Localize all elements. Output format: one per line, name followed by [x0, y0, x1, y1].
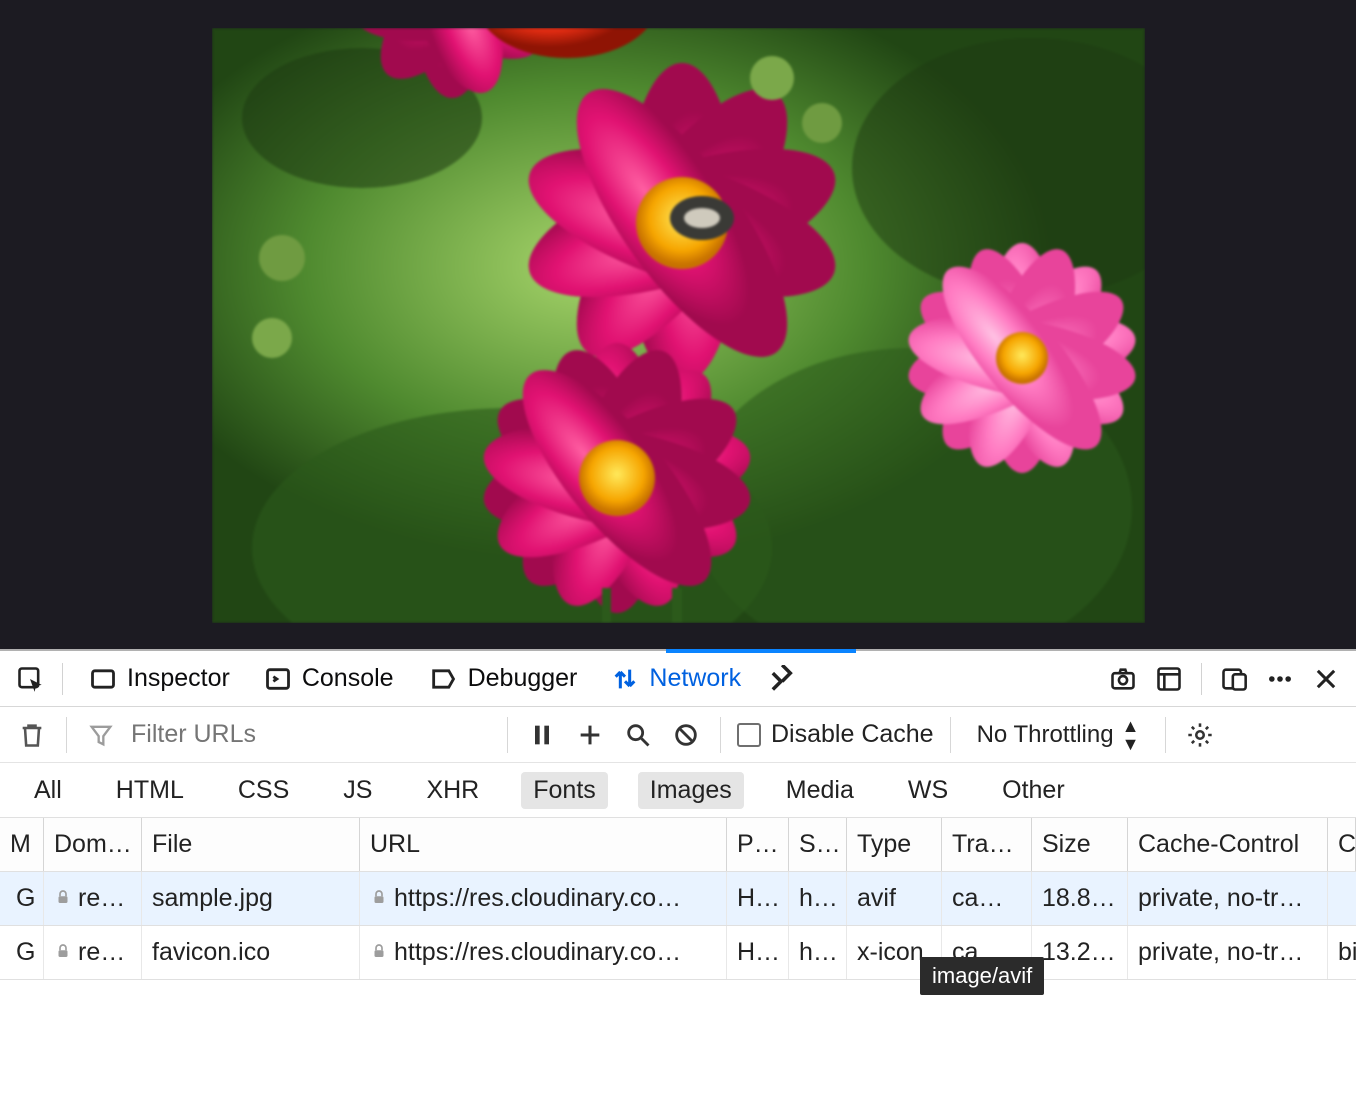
tab-inspector[interactable]: Inspector [77, 651, 242, 707]
tab-network[interactable]: Network [599, 651, 753, 707]
cell-transferred: ca… [952, 884, 1003, 913]
chip-media[interactable]: Media [774, 772, 866, 809]
requests-table: M Dom… File URL P… S… Type Tra… Size Cac… [0, 818, 1356, 980]
tab-network-label: Network [649, 664, 741, 693]
cell-type: avif [857, 884, 896, 913]
gear-icon[interactable] [1182, 717, 1218, 753]
cell-protocol: H… [737, 884, 780, 913]
lock-icon [370, 938, 388, 967]
tab-inspector-label: Inspector [127, 664, 230, 693]
cell-method: G [16, 884, 35, 913]
cell-file: favicon.ico [152, 938, 270, 967]
col-file[interactable]: File [142, 818, 360, 871]
cell-cache-control: private, no-tr… [1138, 884, 1303, 913]
active-tab-indicator [666, 649, 856, 653]
tab-console-label: Console [302, 664, 394, 693]
lock-icon [54, 938, 72, 967]
plus-icon[interactable] [572, 717, 608, 753]
filter-input[interactable] [131, 720, 491, 749]
chip-css[interactable]: CSS [226, 772, 301, 809]
cell-scheme: h… [799, 938, 838, 967]
table-row[interactable]: G re… favicon.ico https://res.cloudinary… [0, 926, 1356, 980]
close-icon[interactable] [1308, 661, 1344, 697]
chip-js[interactable]: JS [331, 772, 384, 809]
col-url[interactable]: URL [360, 818, 727, 871]
tab-debugger-label: Debugger [468, 664, 578, 693]
col-method[interactable]: M [0, 818, 44, 871]
checkbox-icon [737, 723, 761, 747]
col-protocol[interactable]: P… [727, 818, 789, 871]
col-size[interactable]: Size [1032, 818, 1128, 871]
chip-fonts[interactable]: Fonts [521, 772, 608, 809]
disable-cache-label: Disable Cache [771, 720, 934, 749]
col-transferred[interactable]: Tra… [942, 818, 1032, 871]
table-header: M Dom… File URL P… S… Type Tra… Size Cac… [0, 818, 1356, 872]
trash-icon[interactable] [14, 717, 50, 753]
cell-domain: re… [78, 938, 125, 967]
col-domain[interactable]: Dom… [44, 818, 142, 871]
table-row[interactable]: G re… sample.jpg https://res.cloudinary.… [0, 872, 1356, 926]
cell-last: bi [1338, 938, 1356, 967]
chip-ws[interactable]: WS [896, 772, 960, 809]
chip-other[interactable]: Other [990, 772, 1077, 809]
chip-images[interactable]: Images [638, 772, 744, 809]
cell-protocol: H… [737, 938, 780, 967]
chip-html[interactable]: HTML [104, 772, 196, 809]
displayed-image [212, 28, 1145, 623]
cell-url: https://res.cloudinary.co… [394, 884, 681, 913]
cell-scheme: h… [799, 884, 838, 913]
col-scheme[interactable]: S… [789, 818, 847, 871]
dock-icon[interactable] [1216, 661, 1252, 697]
filter-chips: All HTML CSS JS XHR Fonts Images Media W… [0, 763, 1356, 818]
lock-icon [54, 884, 72, 913]
cell-domain: re… [78, 884, 125, 913]
cell-file: sample.jpg [152, 884, 273, 913]
cell-size: 18.8… [1042, 884, 1116, 913]
tab-console[interactable]: Console [252, 651, 406, 707]
col-type[interactable]: Type [847, 818, 942, 871]
chip-xhr[interactable]: XHR [414, 772, 491, 809]
chip-all[interactable]: All [22, 772, 74, 809]
lock-icon [370, 884, 388, 913]
updown-icon: ▲▼ [1122, 717, 1140, 753]
search-icon[interactable] [620, 717, 656, 753]
devtools-tabbar: Inspector Console Debugger Network [0, 651, 1356, 707]
responsive-icon[interactable] [1151, 661, 1187, 697]
cell-method: G [16, 938, 35, 967]
cell-url: https://res.cloudinary.co… [394, 938, 681, 967]
cell-type: x-icon [857, 938, 924, 967]
throttling-select[interactable]: No Throttling ▲▼ [967, 717, 1150, 753]
cell-cache-control: private, no-tr… [1138, 938, 1303, 967]
tab-debugger[interactable]: Debugger [416, 651, 590, 707]
cell-size: 13.2… [1042, 938, 1116, 967]
screenshot-icon[interactable] [1105, 661, 1141, 697]
pause-icon[interactable] [524, 717, 560, 753]
more-tabs-icon[interactable] [763, 661, 799, 697]
throttling-label: No Throttling [977, 721, 1114, 749]
disable-cache-checkbox[interactable]: Disable Cache [737, 720, 934, 749]
network-toolbar: Disable Cache No Throttling ▲▼ [0, 707, 1356, 763]
kebab-icon[interactable] [1262, 661, 1298, 697]
col-cache-control[interactable]: Cache-Control [1128, 818, 1328, 871]
funnel-icon[interactable] [83, 717, 119, 753]
block-icon[interactable] [668, 717, 704, 753]
image-viewer [0, 0, 1356, 649]
pick-element-icon[interactable] [12, 661, 48, 697]
tooltip: image/avif [920, 957, 1044, 995]
col-last[interactable]: C [1328, 818, 1356, 871]
